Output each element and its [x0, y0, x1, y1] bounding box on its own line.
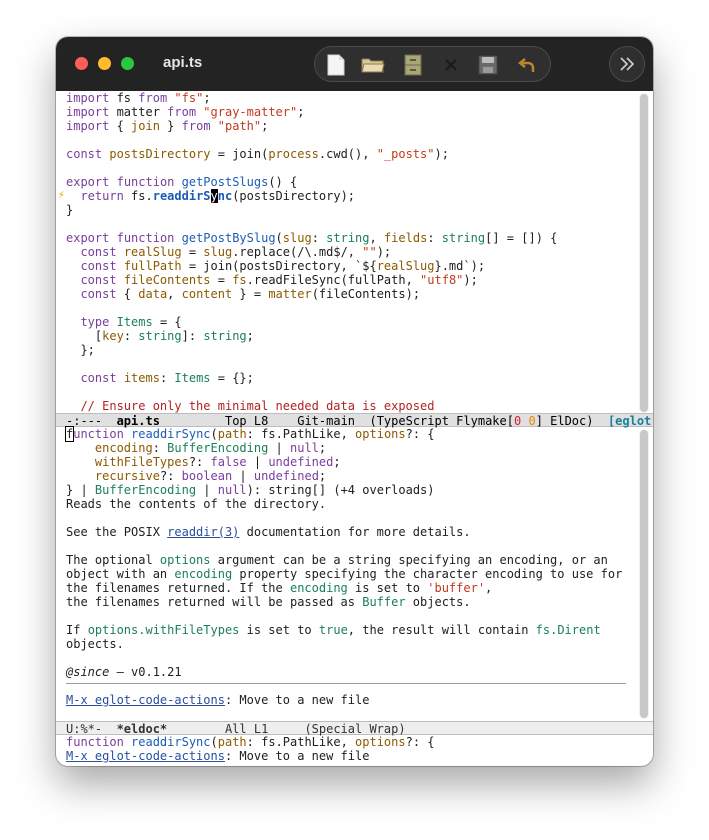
open-folder-icon[interactable] — [360, 52, 386, 78]
text-cursor: y — [210, 189, 218, 203]
window-title: api.ts — [163, 54, 203, 71]
doc-line: recursive?: boolean | undefined; — [94, 469, 327, 483]
code-line: const items: Items = {}; — [80, 371, 254, 385]
echo-line: M-x eglot-code-actions: Move to a new fi… — [66, 749, 370, 763]
doc-line: withFileTypes?: false | undefined; — [94, 455, 341, 469]
code-line: export function getPostBySlug(slug: stri… — [66, 231, 558, 245]
doc-line: @since — v0.1.21 — [66, 665, 182, 679]
doc-line: function readdirSync(path: fs.PathLike, … — [64, 426, 435, 442]
doc-line: M-x eglot-code-actions: Move to a new fi… — [66, 693, 370, 707]
doc-line: object with an encoding property specify… — [66, 567, 623, 581]
code-line: const fileContents = fs.readFileSync(ful… — [80, 273, 478, 287]
code-scrollbar-thumb[interactable] — [640, 94, 648, 412]
close-window-button[interactable] — [75, 57, 88, 70]
doc-line: See the POSIX readdir(3) documentation f… — [66, 525, 471, 539]
file-cabinet-icon[interactable] — [400, 52, 426, 78]
code-line: type Items = { — [80, 315, 182, 329]
code-line: [key: string]: string; — [66, 329, 254, 343]
undo-icon[interactable] — [514, 52, 540, 78]
code-line: } — [66, 203, 74, 217]
code-line: export function getPostSlugs() { — [66, 175, 298, 189]
doc-separator — [66, 683, 626, 684]
doc-line: encoding: BufferEncoding | null; — [94, 441, 327, 455]
emacs-window: api.ts import fs from "fs"; import matte… — [56, 37, 653, 766]
doc-line: the filenames returned will be passed as… — [66, 595, 471, 609]
flymake-warning-icon: ⚡ — [58, 188, 65, 201]
code-line: }; — [66, 343, 95, 357]
doc-line: } | BufferEncoding | null): string[] (+4… — [66, 483, 435, 497]
code-line: return fs.readdirSync(postsDirectory); — [80, 189, 356, 203]
chevron-double-right-icon[interactable] — [609, 46, 645, 82]
new-file-icon[interactable] — [323, 52, 349, 78]
doc-line: objects. — [66, 637, 124, 651]
code-line: import matter from "gray-matter"; — [66, 105, 305, 119]
toolbar — [314, 46, 551, 82]
code-line: import { join } from "path"; — [66, 119, 269, 133]
minimize-window-button[interactable] — [98, 57, 111, 70]
zoom-window-button[interactable] — [121, 57, 134, 70]
code-line: const fullPath = join(postsDirectory, `$… — [80, 259, 486, 273]
close-icon[interactable] — [438, 52, 464, 78]
doc-line: Reads the contents of the directory. — [66, 497, 327, 511]
readdir-link[interactable]: readdir(3) — [167, 525, 239, 539]
doc-line: The optional options argument can be a s… — [66, 553, 608, 567]
save-icon[interactable] — [475, 52, 501, 78]
title-bar: api.ts — [56, 37, 653, 91]
doc-line: the filenames returned. If the encoding … — [66, 581, 493, 595]
code-comment: // Ensure only the minimal needed data i… — [66, 399, 435, 413]
code-actions-link[interactable]: M-x eglot-code-actions — [66, 693, 225, 707]
echo-line: function readdirSync(path: fs.PathLike, … — [66, 735, 435, 749]
echo-code-actions-link[interactable]: M-x eglot-code-actions — [66, 749, 225, 763]
code-line: const realSlug = slug.replace(/\.md$/, "… — [80, 245, 392, 259]
code-line: const postsDirectory = join(process.cwd(… — [66, 147, 449, 161]
doc-line: If options.withFileTypes is set to true,… — [66, 623, 601, 637]
code-line: import fs from "fs"; — [66, 91, 211, 105]
mode-line-code[interactable]: -:--- api.ts Top L8 Git-main (TypeScript… — [56, 413, 653, 428]
code-line: const { data, content } = matter(fileCon… — [80, 287, 421, 301]
mode-line-eldoc[interactable]: U:%*- *eldoc* All L1 (Special Wrap) — [56, 721, 653, 736]
eldoc-scrollbar-thumb[interactable] — [640, 430, 648, 718]
